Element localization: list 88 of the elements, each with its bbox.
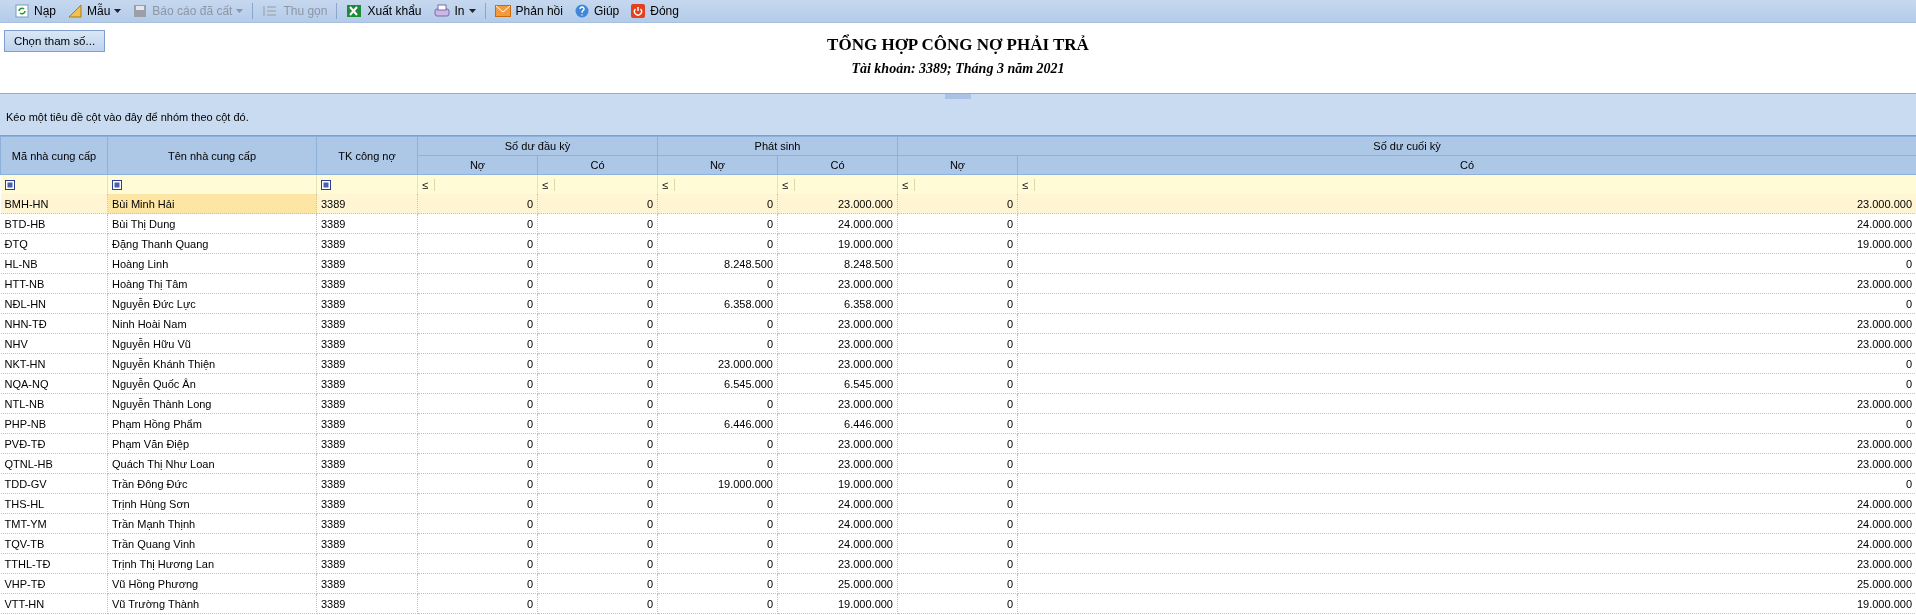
table-cell: 23.000.000 <box>1017 453 1916 474</box>
filter-checkbox-icon[interactable] <box>112 179 122 190</box>
table-cell: QTNL-HB <box>0 453 108 474</box>
table-cell: 0 <box>1017 373 1916 394</box>
toolbar-button[interactable]: Nạp <box>10 1 61 21</box>
table-cell: 0 <box>1017 413 1916 434</box>
table-cell: ĐTQ <box>0 233 108 254</box>
toolbar-button[interactable]: Mẫu <box>63 1 127 21</box>
table-cell: HTT-NB <box>0 273 108 294</box>
table-cell: NQA-NQ <box>0 373 108 394</box>
filter-operator[interactable]: ≤ <box>1022 178 1035 191</box>
table-cell: 23.000.000 <box>1017 333 1916 354</box>
table-cell: 23.000.000 <box>1017 393 1916 414</box>
table-cell: NHV <box>0 333 108 354</box>
filter-operator[interactable]: ≤ <box>902 178 915 191</box>
table-cell: 0 <box>537 194 658 214</box>
refresh-icon <box>15 4 29 18</box>
table-cell: 0 <box>897 194 1018 214</box>
table-cell: 0 <box>417 194 538 214</box>
report-subtitle: Tài khoản: 3389; Tháng 3 năm 2021 <box>851 61 1065 77</box>
filter-operator[interactable]: ≤ <box>422 178 435 191</box>
toolbar-button[interactable]: Giúp <box>569 1 625 21</box>
table-cell: TMT-YM <box>0 513 108 534</box>
table-cell: 24.000.000 <box>1017 513 1916 534</box>
printer-icon <box>433 4 450 18</box>
envelope-icon <box>494 5 511 17</box>
table-cell: 0 <box>1017 353 1916 374</box>
table-cell: VHP-TĐ <box>0 573 108 594</box>
table-cell: 23.000.000 <box>1017 194 1916 214</box>
table-cell: 23.000.000 <box>1017 433 1916 454</box>
table-cell: 19.000.000 <box>1017 593 1916 614</box>
table-cell: 24.000.000 <box>1017 213 1916 234</box>
toolbar-button[interactable]: Xuất khẩu <box>341 1 427 21</box>
table-cell: HL-NB <box>0 253 108 274</box>
table-cell: 0 <box>1017 293 1916 314</box>
filter-operator[interactable]: ≤ <box>542 178 555 191</box>
table-cell: NĐL-HN <box>0 293 108 314</box>
table-cell: Bùi Minh Hải <box>107 194 317 214</box>
table-cell: TDD-GV <box>0 473 108 494</box>
table-cell: BMH-HN <box>0 194 108 214</box>
table-cell: 23.000.000 <box>777 194 898 214</box>
table-cell: PVĐ-TĐ <box>0 433 108 454</box>
table-cell: NHN-TĐ <box>0 313 108 334</box>
caret-icon <box>468 9 476 13</box>
table-cell: 23.000.000 <box>1017 553 1916 574</box>
table-cell: 0 <box>1017 253 1916 274</box>
table-cell: 19.000.000 <box>1017 233 1916 254</box>
table-cell: 24.000.000 <box>1017 533 1916 554</box>
table-cell: 24.000.000 <box>1017 493 1916 514</box>
toolbar-button[interactable]: Phản hồi <box>489 1 568 21</box>
column-header[interactable]: Tên nhà cung cấp <box>107 136 317 175</box>
help-icon <box>574 4 589 18</box>
toolbar-button[interactable]: In <box>428 1 481 21</box>
report-title: TỔNG HỢP CÔNG NỢ PHẢI TRẢ <box>827 35 1089 55</box>
caret-icon <box>114 9 122 13</box>
filter-operator[interactable]: ≤ <box>662 178 675 191</box>
toolbar-button[interactable]: Đóng <box>626 1 684 21</box>
table-cell: THS-HL <box>0 493 108 514</box>
filter-operator[interactable]: ≤ <box>782 178 795 191</box>
column-header[interactable]: TK công nợ <box>316 136 418 175</box>
filter-checkbox-icon[interactable] <box>321 179 331 190</box>
table-cell: PHP-NB <box>0 413 108 434</box>
table-cell: 0 <box>657 194 778 214</box>
table-cell: BTD-HB <box>0 213 108 234</box>
filter-checkbox-icon[interactable] <box>4 179 15 190</box>
caret-icon <box>236 9 244 13</box>
column-group-header: Số dư cuối kỳ <box>897 136 1916 156</box>
choose-parameters-button[interactable]: Chọn tham số... <box>4 30 105 52</box>
group-panel-hint: Kéo một tiêu đề cột vào đây để nhóm theo cột đó. <box>6 111 249 123</box>
table-cell: 25.000.000 <box>1017 573 1916 594</box>
table-cell: 23.000.000 <box>1017 313 1916 334</box>
table-cell: NKT-HN <box>0 353 108 374</box>
ruler-icon <box>68 4 82 18</box>
table-cell: 23.000.000 <box>1017 273 1916 294</box>
power-icon <box>631 4 646 18</box>
save-icon <box>133 4 148 18</box>
list-icon <box>262 4 279 18</box>
table-cell: VTT-HN <box>0 593 108 614</box>
table-cell: 0 <box>1017 473 1916 494</box>
table-cell: TQV-TB <box>0 533 108 554</box>
column-header[interactable]: Mã nhà cung cấp <box>0 136 108 175</box>
table-cell: 3389 <box>316 194 418 214</box>
column-group-header: Phát sinh <box>657 136 898 156</box>
splitter-grip[interactable] <box>945 94 971 99</box>
table-cell: NTL-NB <box>0 393 108 414</box>
spreadsheet-icon <box>346 4 363 18</box>
column-group-header: Số dư đầu kỳ <box>417 136 658 156</box>
table-cell: TTHL-TĐ <box>0 553 108 574</box>
